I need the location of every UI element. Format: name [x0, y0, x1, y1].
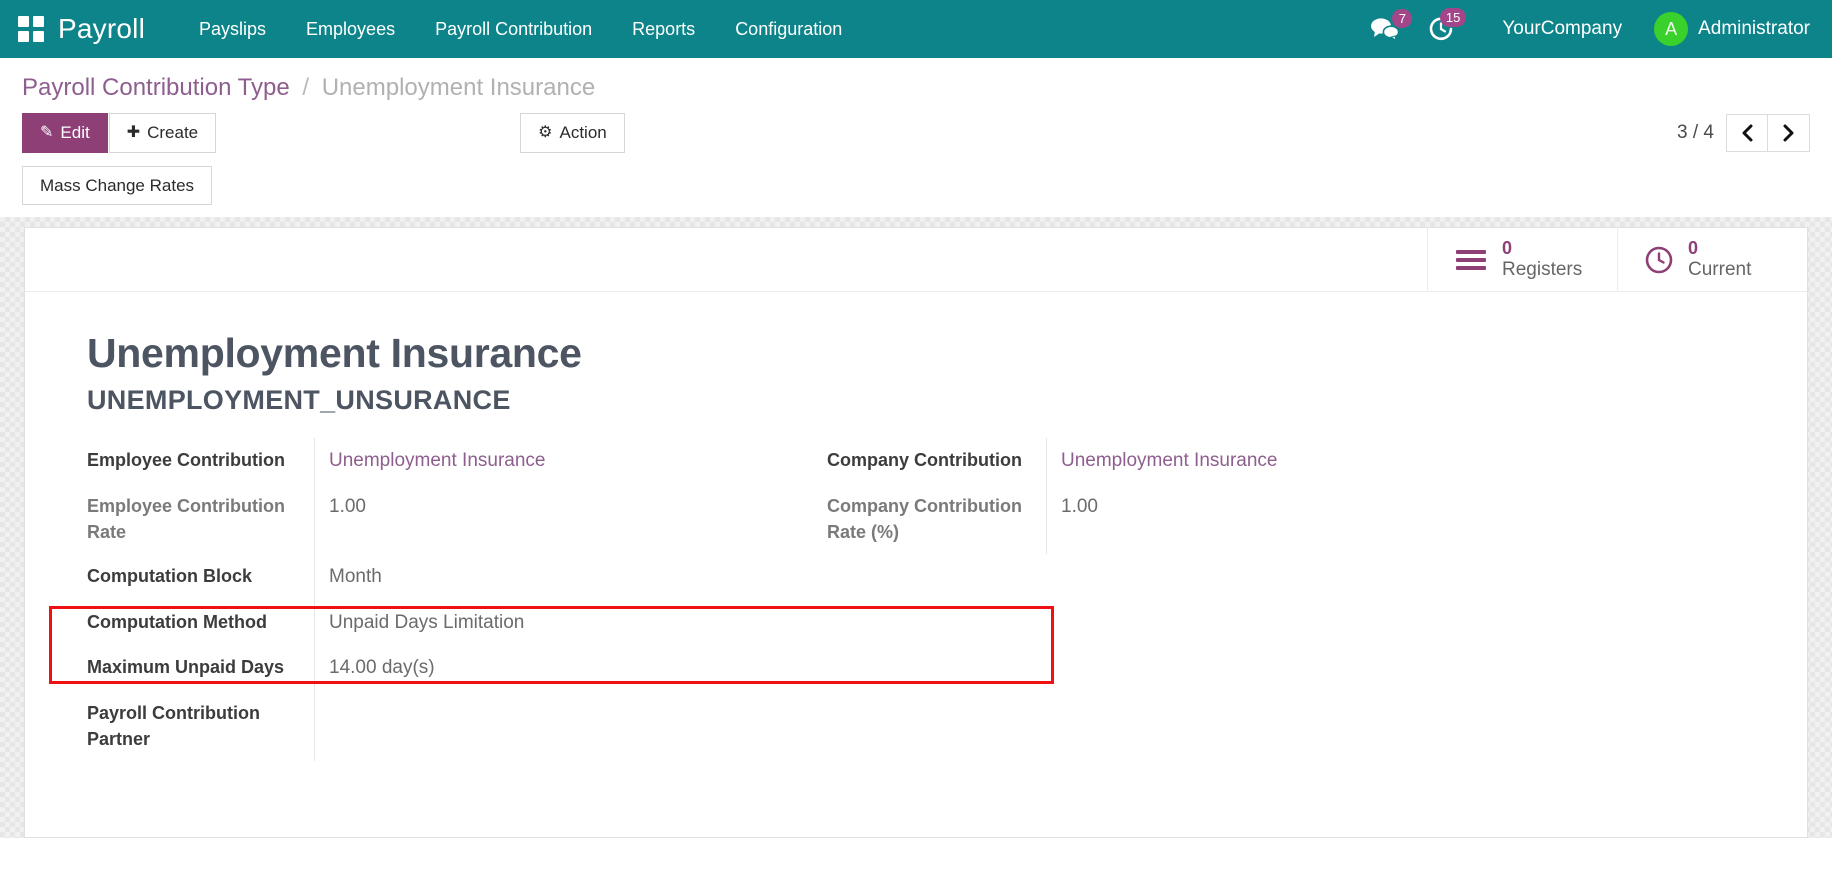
mass-change-rates-button[interactable]: Mass Change Rates	[22, 166, 212, 205]
pager-previous-button[interactable]	[1726, 114, 1768, 152]
field-label-payroll-contribution-partner: Payroll Contribution Partner	[87, 691, 315, 761]
pager-next-button[interactable]	[1768, 114, 1810, 152]
record-sheet: 0 Registers 0 Current Une	[24, 227, 1808, 838]
chevron-right-icon	[1782, 123, 1796, 143]
top-navbar: Payroll Payslips Employees Payroll Contr…	[0, 0, 1832, 58]
stat-current-value: 0	[1688, 238, 1751, 259]
field-value-computation-method[interactable]: Unpaid Days Limitation	[315, 600, 827, 646]
field-label-computation-method: Computation Method	[87, 600, 315, 646]
chevron-left-icon	[1740, 123, 1754, 143]
list-lines-icon	[1454, 247, 1488, 273]
pencil-icon: ✎	[40, 123, 53, 143]
activities-button[interactable]: 15	[1414, 10, 1468, 48]
field-label-spacer-4	[827, 600, 1047, 646]
create-button-label: Create	[147, 122, 198, 143]
control-panel: Payroll Contribution Type / Unemployment…	[0, 58, 1832, 217]
navbar-right-tools: 7 15 YourCompany A Administrator	[1356, 10, 1810, 48]
messages-button[interactable]: 7	[1356, 11, 1414, 47]
field-value-computation-block[interactable]: Month	[315, 554, 827, 600]
gear-icon: ⚙	[538, 123, 552, 143]
form-body: Unemployment Insurance UNEMPLOYMENT_UNSU…	[25, 292, 1807, 761]
user-name-label: Administrator	[1698, 18, 1810, 40]
edit-button-label: Edit	[60, 122, 89, 143]
field-label-company-contribution-rate: Company Contribution Rate (%)	[827, 484, 1047, 554]
stat-registers-text: 0 Registers	[1502, 238, 1582, 281]
menu-item-employees[interactable]: Employees	[286, 1, 415, 58]
action-button-wrapper: ⚙ Action	[520, 113, 625, 152]
field-label-spacer-3	[827, 554, 1047, 600]
field-value-spacer-4	[1047, 600, 1767, 646]
breadcrumb-current: Unemployment Insurance	[322, 74, 595, 101]
control-panel-secondary-row: Mass Change Rates	[0, 156, 1832, 217]
company-switcher[interactable]: YourCompany	[1468, 18, 1640, 40]
menu-item-payroll-contribution[interactable]: Payroll Contribution	[415, 1, 612, 58]
create-button[interactable]: ✚ Create	[109, 113, 216, 152]
field-value-spacer-5	[1047, 645, 1767, 691]
field-label-maximum-unpaid-days: Maximum Unpaid Days	[87, 645, 315, 691]
menu-item-payslips[interactable]: Payslips	[179, 1, 286, 58]
action-button-label: Action	[559, 122, 606, 143]
action-button[interactable]: ⚙ Action	[520, 113, 625, 152]
app-brand-payroll[interactable]: Payroll	[58, 13, 145, 45]
stat-current-label: Current	[1688, 259, 1751, 281]
pager-counter: 3 / 4	[1677, 122, 1714, 144]
user-menu[interactable]: A Administrator	[1640, 12, 1810, 46]
control-panel-buttons-row: ✎ Edit ✚ Create ⚙ Action 3 / 4	[0, 110, 1832, 156]
record-action-buttons: ✎ Edit ✚ Create ⚙ Action	[22, 113, 625, 152]
page-title: Unemployment Insurance	[87, 330, 1767, 377]
fields-grid: Employee Contribution Unemployment Insur…	[87, 438, 1767, 761]
field-value-spacer-6	[1047, 691, 1767, 761]
stat-buttons-bar: 0 Registers 0 Current	[25, 228, 1807, 292]
menu-item-reports[interactable]: Reports	[612, 1, 715, 58]
stat-registers-label: Registers	[1502, 259, 1582, 281]
stat-current-text: 0 Current	[1688, 238, 1751, 281]
field-label-spacer-6	[827, 691, 1047, 761]
stat-button-current[interactable]: 0 Current	[1617, 228, 1807, 291]
apps-grid-icon[interactable]	[18, 16, 44, 42]
field-label-employee-contribution: Employee Contribution	[87, 438, 315, 484]
field-value-payroll-contribution-partner[interactable]	[315, 691, 827, 761]
form-background: 0 Registers 0 Current Une	[0, 217, 1832, 838]
avatar: A	[1654, 12, 1688, 46]
field-label-company-contribution: Company Contribution	[827, 438, 1047, 484]
breadcrumb-separator: /	[302, 74, 309, 101]
field-value-employee-contribution-rate[interactable]: 1.00	[315, 484, 827, 554]
clock-icon	[1644, 245, 1674, 275]
stat-button-registers[interactable]: 0 Registers	[1427, 228, 1617, 291]
field-value-company-contribution-rate[interactable]: 1.00	[1047, 484, 1767, 554]
field-label-spacer-5	[827, 645, 1047, 691]
messages-badge: 7	[1392, 9, 1412, 28]
breadcrumb: Payroll Contribution Type / Unemployment…	[0, 58, 1832, 110]
plus-icon: ✚	[127, 123, 140, 143]
field-value-spacer-3	[1047, 554, 1767, 600]
record-pager: 3 / 4	[1677, 114, 1810, 152]
activities-badge: 15	[1440, 8, 1466, 27]
edit-button[interactable]: ✎ Edit	[22, 113, 108, 152]
pager-buttons	[1726, 114, 1810, 152]
stat-registers-value: 0	[1502, 238, 1582, 259]
field-value-maximum-unpaid-days[interactable]: 14.00 day(s)	[315, 645, 827, 691]
record-code: UNEMPLOYMENT_UNSURANCE	[87, 385, 1767, 416]
main-menu: Payslips Employees Payroll Contribution …	[179, 1, 862, 58]
field-value-employee-contribution[interactable]: Unemployment Insurance	[315, 438, 827, 484]
field-label-employee-contribution-rate: Employee Contribution Rate	[87, 484, 315, 554]
breadcrumb-parent-link[interactable]: Payroll Contribution Type	[22, 74, 290, 101]
field-label-computation-block: Computation Block	[87, 554, 315, 600]
field-value-company-contribution[interactable]: Unemployment Insurance	[1047, 438, 1767, 484]
menu-item-configuration[interactable]: Configuration	[715, 1, 862, 58]
